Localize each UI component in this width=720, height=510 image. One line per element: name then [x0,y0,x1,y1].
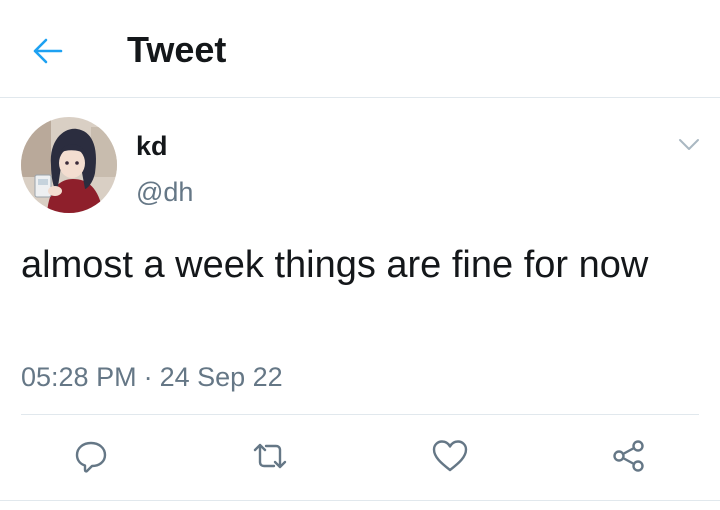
chevron-down-icon [679,139,699,150]
reply-icon [75,441,107,473]
more-options-button[interactable] [672,130,706,160]
tweet-text: almost a week things are fine for now [21,244,649,286]
share-button[interactable] [609,436,649,476]
tweet-time: 05:28 PM [21,362,137,392]
arrow-left-icon [33,38,63,64]
meta-separator: · [143,362,153,392]
tweet-date: 24 Sep 22 [159,362,283,392]
share-icon [613,440,644,472]
tweet-timestamp: 05:28 PM · 24 Sep 22 [21,360,283,394]
bottom-divider [0,500,720,501]
page-title: Tweet [127,29,227,70]
avatar[interactable] [21,117,117,213]
divider [21,414,699,415]
tweet-detail-screen: Tweet kd @dh almost a week things are fi… [0,0,720,510]
author-handle[interactable]: @dh [136,176,193,208]
top-bar: Tweet [0,0,720,98]
reply-button[interactable] [71,436,111,476]
retweet-icon [253,443,287,469]
back-button[interactable] [22,28,74,74]
like-icon [432,440,468,472]
author-display-name[interactable]: kd [136,130,168,162]
like-button[interactable] [430,436,470,476]
retweet-button[interactable] [250,436,290,476]
profile-picture [21,117,117,213]
